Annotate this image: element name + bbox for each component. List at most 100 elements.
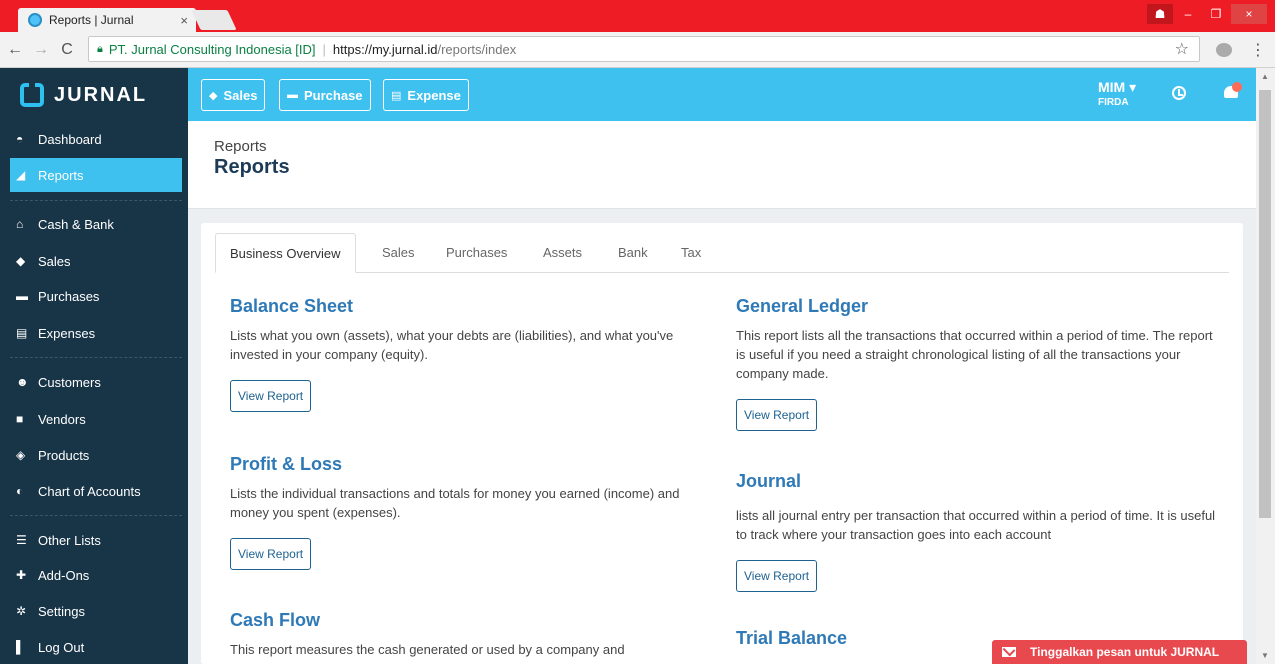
report-title[interactable]: Cash Flow xyxy=(230,610,720,631)
report-title[interactable]: General Ledger xyxy=(736,296,1216,317)
user-menu[interactable]: MIM ▾ FIRDA xyxy=(1098,79,1136,108)
sidebar: JURNAL ◓ Dashboard ◢ Reports ⌂ Cash & Ba… xyxy=(0,68,188,664)
tab-tax[interactable]: Tax xyxy=(681,233,701,273)
sidebar-divider xyxy=(10,200,182,201)
sidebar-item-chart-of-accounts[interactable]: ◐ Chart of Accounts xyxy=(10,474,182,508)
envelope-icon xyxy=(1002,647,1016,657)
box-icon: ◈ xyxy=(16,448,26,462)
sidebar-divider xyxy=(10,357,182,358)
report-description: Lists what you own (assets), what your d… xyxy=(230,328,674,362)
sidebar-item-cash-bank[interactable]: ⌂ Cash & Bank xyxy=(10,207,182,241)
bookmark-star-icon[interactable]: ☆ xyxy=(1175,39,1189,59)
report-balance-sheet: Balance Sheet Lists what you own (assets… xyxy=(230,296,720,412)
sidebar-item-log-out[interactable]: ▌ Log Out xyxy=(10,630,182,664)
view-report-button[interactable]: View Report xyxy=(230,538,312,570)
scrollbar-thumb[interactable] xyxy=(1259,90,1271,518)
chat-widget-button[interactable]: Tinggalkan pesan untuk JURNAL xyxy=(992,640,1247,664)
report-tabs: Business Overview Sales Purchases Assets… xyxy=(215,233,1229,273)
reload-button[interactable]: C xyxy=(56,41,78,59)
close-window-button[interactable]: × xyxy=(1231,4,1267,24)
report-description: lists all journal entry per transaction … xyxy=(736,508,1216,542)
user-name: FIRDA xyxy=(1098,97,1129,108)
close-tab-icon[interactable]: × xyxy=(180,13,188,28)
quick-purchase-button[interactable]: ▬ Purchase xyxy=(279,79,371,111)
sidebar-item-label: Chart of Accounts xyxy=(38,483,141,499)
logo-text: JURNAL xyxy=(54,83,148,106)
clock-icon[interactable] xyxy=(1172,86,1186,100)
tag-icon: ◆ xyxy=(16,254,26,268)
sidebar-item-label: Vendors xyxy=(38,411,86,427)
card-icon: ▬ xyxy=(16,289,28,303)
sidebar-item-purchases[interactable]: ▬ Purchases xyxy=(10,279,182,313)
report-description: Lists the individual transactions and to… xyxy=(230,486,680,520)
scroll-up-arrow-icon[interactable]: ▲ xyxy=(1261,72,1269,81)
window-controls: ☗ – ❐ × xyxy=(1147,4,1267,24)
quick-button-label: Sales xyxy=(223,87,258,103)
sidebar-item-label: Sales xyxy=(38,253,71,269)
sidebar-item-label: Settings xyxy=(38,603,85,619)
restore-button[interactable]: ❐ xyxy=(1203,4,1229,24)
report-title[interactable]: Balance Sheet xyxy=(230,296,720,317)
lock-icon: 🔒︎ xyxy=(97,42,103,55)
quick-button-label: Purchase xyxy=(304,87,363,103)
tab-sales[interactable]: Sales xyxy=(382,233,415,273)
sidebar-item-label: Expenses xyxy=(38,325,96,341)
users-icon: ☻ xyxy=(16,375,29,389)
address-bar[interactable]: 🔒︎ PT. Jurnal Consulting Indonesia [ID] … xyxy=(88,36,1200,62)
extension-icon[interactable] xyxy=(1216,43,1232,57)
sidebar-item-other-lists[interactable]: ☰ Other Lists xyxy=(10,523,182,557)
minimize-button[interactable]: – xyxy=(1175,4,1201,24)
sidebar-item-settings[interactable]: ✲ Settings xyxy=(10,594,182,628)
sidebar-item-vendors[interactable]: ■ Vendors xyxy=(10,402,182,436)
sidebar-item-dashboard[interactable]: ◓ Dashboard xyxy=(10,122,182,156)
report-title[interactable]: Profit & Loss xyxy=(230,454,720,475)
sidebar-item-label: Cash & Bank xyxy=(38,216,114,232)
sidebar-item-label: Purchases xyxy=(38,288,100,304)
logout-icon: ▌ xyxy=(16,640,25,654)
address-separator: | xyxy=(322,41,326,57)
report-title[interactable]: Journal xyxy=(736,471,1216,492)
report-journal: Journal lists all journal entry per tran… xyxy=(736,471,1216,592)
top-navbar: ◆ Sales ▬ Purchase ▤ Expense MIM ▾ FIRDA xyxy=(188,68,1256,121)
url-host: https://my.jurnal.id xyxy=(332,41,438,57)
card-icon: ▬ xyxy=(287,89,298,101)
tab-bank[interactable]: Bank xyxy=(618,233,648,273)
sidebar-item-customers[interactable]: ☻ Customers xyxy=(10,365,182,399)
back-button[interactable]: ← xyxy=(4,41,26,59)
browser-toolbar: ← → C 🔒︎ PT. Jurnal Consulting Indonesia… xyxy=(0,32,1275,68)
scroll-down-arrow-icon[interactable]: ▼ xyxy=(1261,651,1269,660)
reports-card: Business Overview Sales Purchases Assets… xyxy=(201,223,1243,664)
view-report-button[interactable]: View Report xyxy=(736,399,818,431)
tag-icon: ◆ xyxy=(209,89,218,102)
browser-menu-icon[interactable]: ⋮ xyxy=(1250,40,1266,60)
sidebar-item-expenses[interactable]: ▤ Expenses xyxy=(10,316,182,350)
sidebar-item-label: Add-Ons xyxy=(38,567,90,583)
sidebar-item-label: Reports xyxy=(38,167,84,183)
notification-bell-icon[interactable] xyxy=(1224,82,1242,100)
forward-button[interactable]: → xyxy=(30,41,52,59)
new-tab-button[interactable] xyxy=(191,10,237,30)
receipt-icon: ▤ xyxy=(391,89,402,102)
sidebar-item-reports[interactable]: ◢ Reports xyxy=(10,158,182,192)
report-general-ledger: General Ledger This report lists all the… xyxy=(736,296,1216,431)
truck-icon: ■ xyxy=(16,412,24,426)
browser-tab[interactable]: Reports | Jurnal × xyxy=(18,8,196,32)
tab-business-overview[interactable]: Business Overview xyxy=(215,233,356,273)
page-title: Reports xyxy=(214,156,290,178)
sidebar-item-products[interactable]: ◈ Products xyxy=(10,438,182,472)
gear-icon: ✲ xyxy=(16,604,27,618)
sidebar-item-add-ons[interactable]: ✚ Add-Ons xyxy=(10,558,182,592)
tab-assets[interactable]: Assets xyxy=(543,233,582,273)
sidebar-item-sales[interactable]: ◆ Sales xyxy=(10,244,182,278)
tab-purchases[interactable]: Purchases xyxy=(446,233,507,273)
view-report-button[interactable]: View Report xyxy=(736,560,818,592)
report-cash-flow: Cash Flow This report measures the cash … xyxy=(230,610,720,659)
page-scrollbar[interactable]: ▲ ▼ xyxy=(1256,68,1275,664)
profile-icon[interactable]: ☗ xyxy=(1147,4,1173,24)
receipt-icon: ▤ xyxy=(16,326,28,340)
quick-sales-button[interactable]: ◆ Sales xyxy=(201,79,266,111)
jurnal-logo[interactable]: JURNAL xyxy=(0,68,188,122)
view-report-button[interactable]: View Report xyxy=(230,380,312,412)
report-profit-loss: Profit & Loss Lists the individual trans… xyxy=(230,454,720,570)
quick-expense-button[interactable]: ▤ Expense xyxy=(383,79,469,111)
